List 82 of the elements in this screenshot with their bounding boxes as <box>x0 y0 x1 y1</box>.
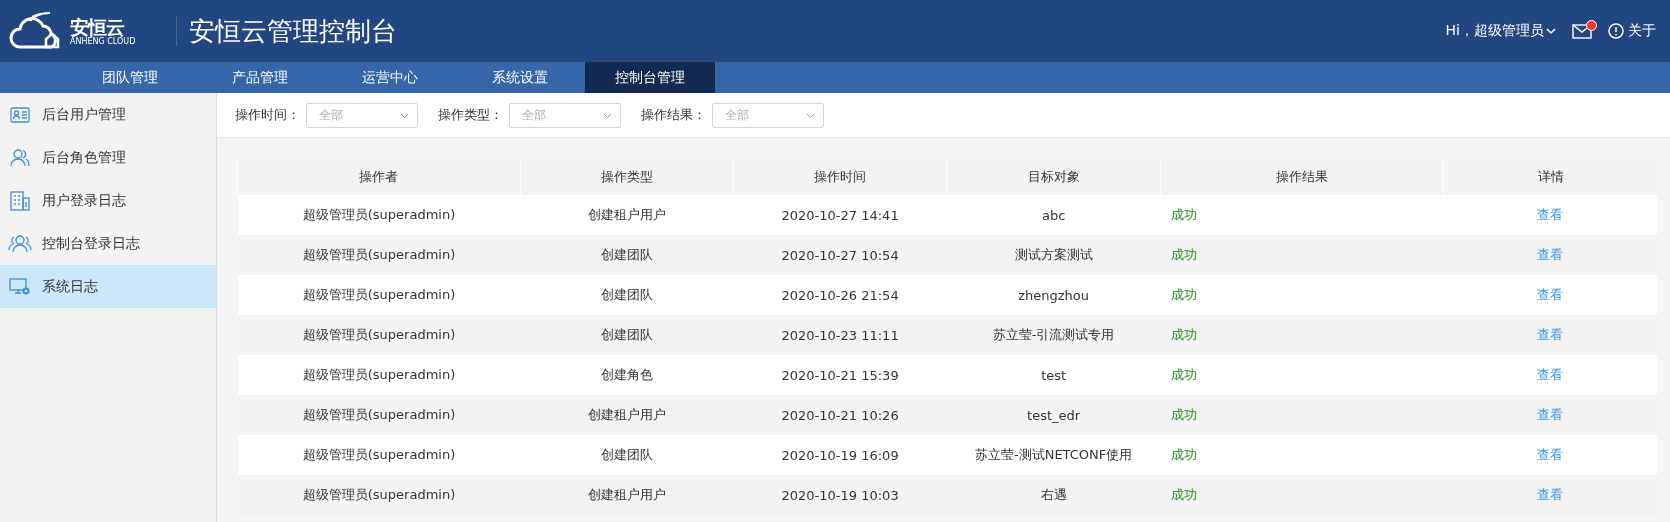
table-cell: 2020-10-27 14:41 <box>733 195 947 235</box>
table-cell: 2020-10-26 21:54 <box>733 275 947 315</box>
table-cell: 创建团队 <box>520 435 734 475</box>
user-menu[interactable]: Hi，超级管理员 <box>1445 22 1544 40</box>
table-cell: 超级管理员(superadmin) <box>237 355 521 395</box>
table-cell: 超级管理员(superadmin) <box>237 195 521 235</box>
table-cell: 超级管理员(superadmin) <box>237 315 521 355</box>
column-header: 详情 <box>1443 158 1657 195</box>
column-header: 操作者 <box>237 158 521 195</box>
table-cell: 创建租户用户 <box>520 195 734 235</box>
view-link[interactable]: 查看 <box>1537 407 1564 422</box>
filter-dropdown[interactable]: 全部 <box>712 102 824 128</box>
table-cell: 创建租户用户 <box>520 475 734 515</box>
table-cell: 右遇 <box>946 475 1161 515</box>
nav-tab[interactable]: 系统设置 <box>455 62 585 93</box>
result-cell: 成功 <box>1160 395 1444 435</box>
column-header: 操作类型 <box>520 158 734 195</box>
result-cell: 成功 <box>1160 275 1444 315</box>
app-title: 安恒云管理控制台 <box>189 14 398 48</box>
table-cell: 超级管理员(superadmin) <box>237 475 521 515</box>
group-icon <box>8 234 32 253</box>
about-link[interactable]: 关于 <box>1628 22 1656 40</box>
nav-tab[interactable]: 产品管理 <box>195 62 325 93</box>
table-cell: 创建租户用户 <box>520 395 734 435</box>
view-link[interactable]: 查看 <box>1537 247 1564 262</box>
table-cell: 测试方案测试 <box>946 235 1161 275</box>
table-cell: 创建团队 <box>520 275 734 315</box>
column-header: 目标对象 <box>946 158 1161 195</box>
filter-label: 操作时间： <box>235 106 300 124</box>
filter-dropdown[interactable]: 全部 <box>509 102 621 128</box>
view-link[interactable]: 查看 <box>1537 367 1564 382</box>
table-cell: test_edr <box>946 395 1161 435</box>
table-cell: test <box>946 355 1161 395</box>
table-cell: 超级管理员(superadmin) <box>237 275 521 315</box>
mail-icon[interactable] <box>1572 23 1592 39</box>
logo-subtext: ANHENG CLOUD <box>70 36 136 46</box>
table-cell: 超级管理员(superadmin) <box>237 395 521 435</box>
table-cell: 超级管理员(superadmin) <box>237 435 521 475</box>
table-cell: 2020-10-23 11:11 <box>733 315 947 355</box>
sidebar-item[interactable]: 系统日志 <box>0 265 216 308</box>
table-cell: 2020-10-27 10:54 <box>733 235 947 275</box>
id-card-icon <box>10 106 30 123</box>
column-header: 操作结果 <box>1160 158 1444 195</box>
user-icon <box>10 148 30 167</box>
filter-label: 操作类型： <box>438 106 503 124</box>
monitor-gear-icon <box>9 277 31 296</box>
table-cell: 创建角色 <box>520 355 734 395</box>
column-header: 操作时间 <box>733 158 947 195</box>
view-link[interactable]: 查看 <box>1537 207 1564 222</box>
result-cell: 成功 <box>1160 435 1444 475</box>
view-link[interactable]: 查看 <box>1537 487 1564 502</box>
table-cell: abc <box>946 195 1161 235</box>
logo-text: 安恒云 <box>70 16 125 37</box>
result-cell: 成功 <box>1160 235 1444 275</box>
nav-tab[interactable]: 团队管理 <box>65 62 195 93</box>
view-link[interactable]: 查看 <box>1537 327 1564 342</box>
table-cell: 2020-10-19 10:03 <box>733 475 947 515</box>
info-icon[interactable] <box>1608 23 1624 39</box>
result-cell: 成功 <box>1160 195 1444 235</box>
table-cell: zhengzhou <box>946 275 1161 315</box>
view-link[interactable]: 查看 <box>1537 447 1564 462</box>
table-cell: 2020-10-19 16:09 <box>733 435 947 475</box>
table-cell: 苏立莹-测试NETCONF使用 <box>946 435 1161 475</box>
nav-tab[interactable]: 控制台管理 <box>585 62 715 93</box>
result-cell: 成功 <box>1160 355 1444 395</box>
table-cell: 2020-10-21 15:39 <box>733 355 947 395</box>
table-cell: 创建团队 <box>520 235 734 275</box>
sidebar-item[interactable]: 后台用户管理 <box>0 93 216 136</box>
building-icon <box>10 190 30 211</box>
filter-dropdown[interactable]: 全部 <box>306 102 418 128</box>
sidebar-item[interactable]: 控制台登录日志 <box>0 222 216 265</box>
table-cell: 2020-10-21 10:26 <box>733 395 947 435</box>
sidebar-item[interactable]: 用户登录日志 <box>0 179 216 222</box>
result-cell: 成功 <box>1160 475 1444 515</box>
table-cell: 超级管理员(superadmin) <box>237 235 521 275</box>
filter-label: 操作结果： <box>641 106 706 124</box>
sidebar-item[interactable]: 后台角色管理 <box>0 136 216 179</box>
table-cell: 创建团队 <box>520 315 734 355</box>
table-cell: 苏立莹-引流测试专用 <box>946 315 1161 355</box>
nav-tab[interactable]: 运营中心 <box>325 62 455 93</box>
view-link[interactable]: 查看 <box>1537 287 1564 302</box>
result-cell: 成功 <box>1160 315 1444 355</box>
